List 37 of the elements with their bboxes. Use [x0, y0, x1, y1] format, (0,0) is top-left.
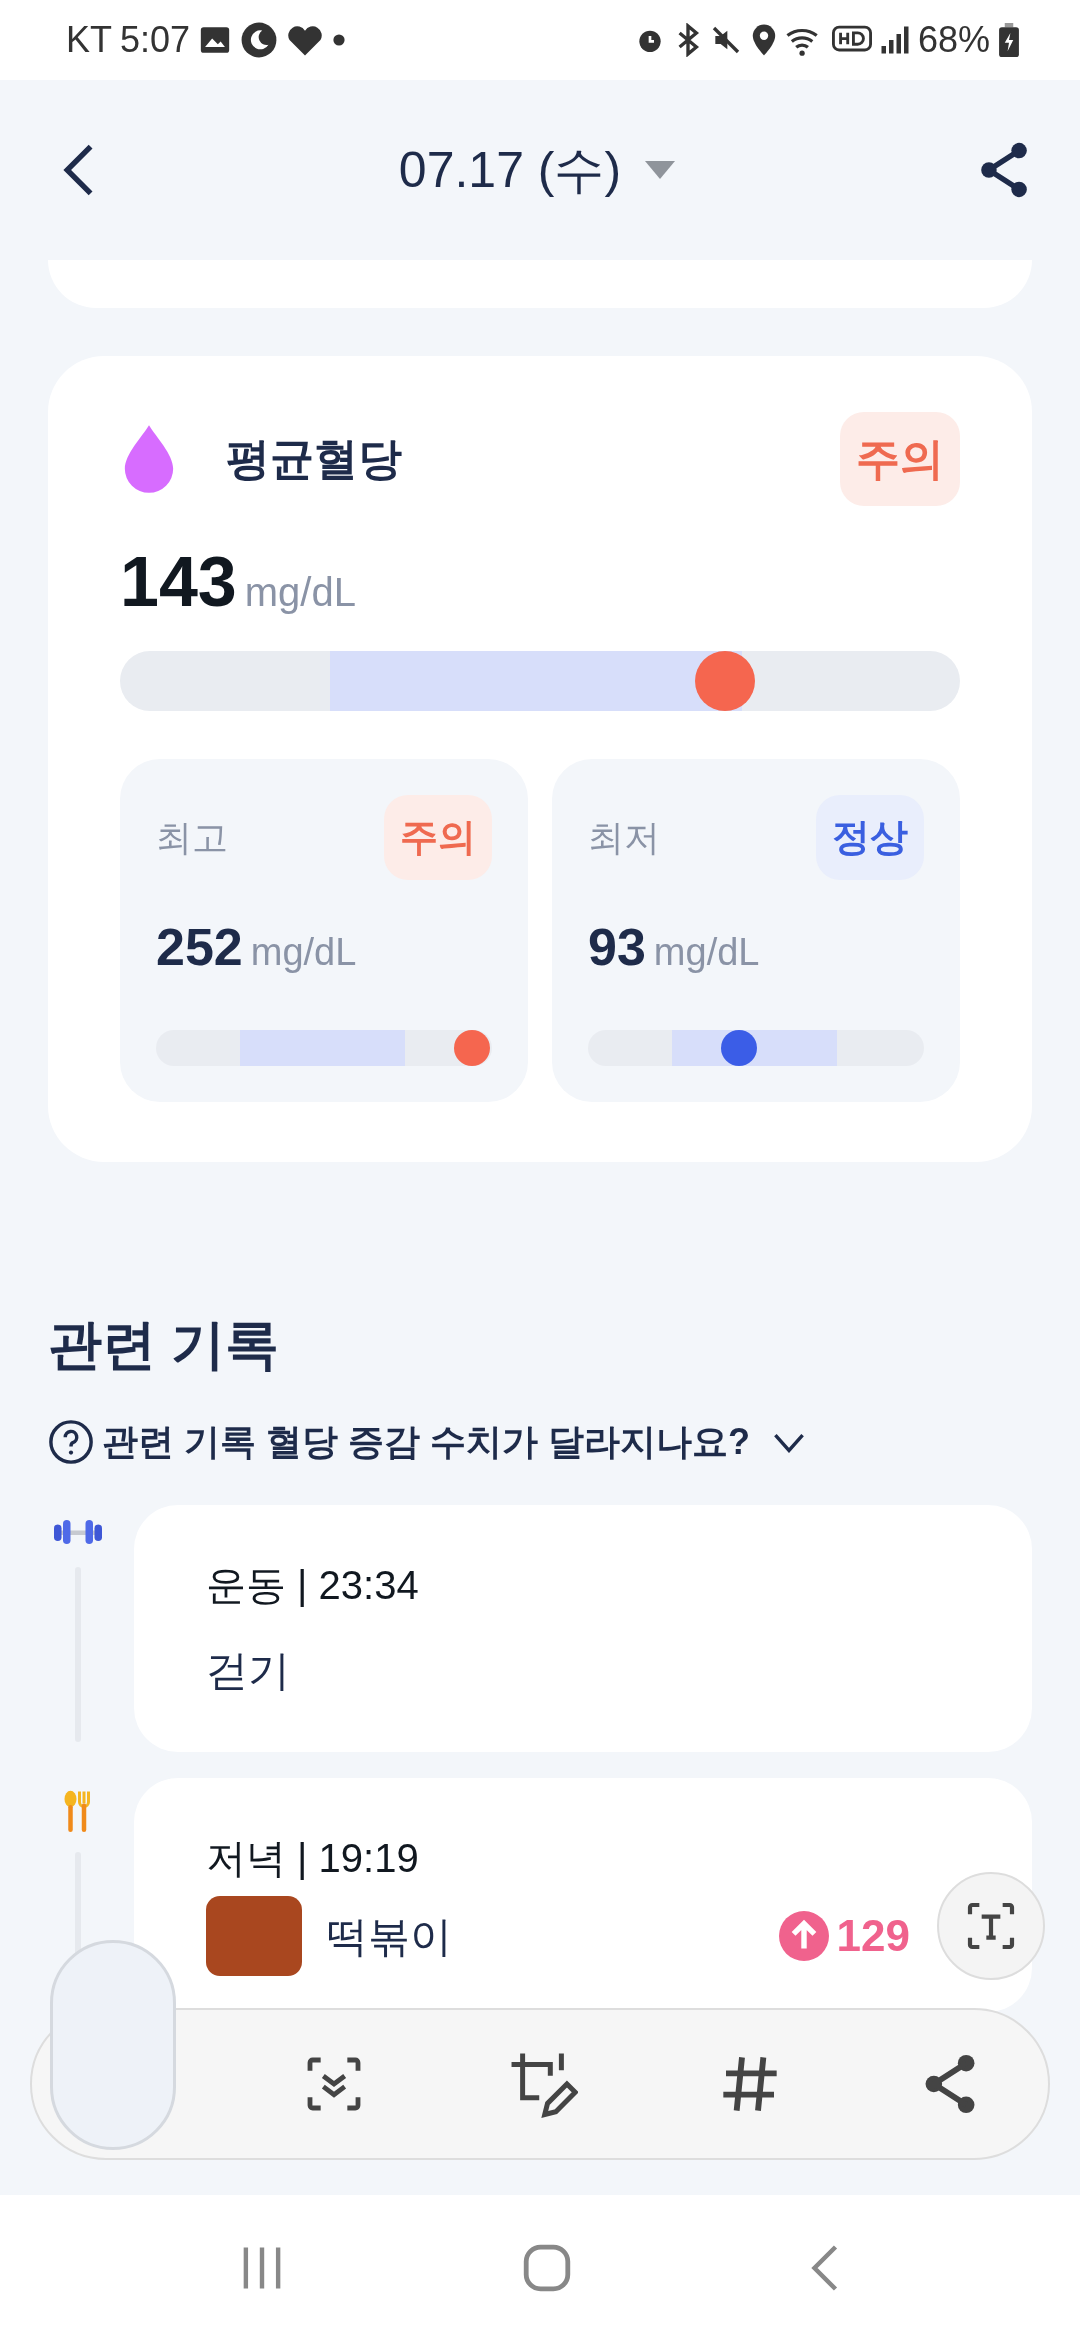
screenshot-thumbnail-placeholder[interactable] [50, 1940, 176, 2150]
stat-label: 최고 [156, 815, 228, 860]
help-question-toggle[interactable]: 관련 기록 혈당 증감 수치가 달라지나요? [48, 1415, 806, 1469]
glucose-value: 143 [120, 542, 237, 623]
unit-text: mg/dL [244, 569, 356, 616]
carrier-text: KT [66, 18, 112, 62]
share-button[interactable] [978, 142, 1030, 198]
card-title: 평균혈당 [226, 433, 402, 485]
dot-icon [332, 33, 347, 47]
home-icon [523, 2243, 571, 2292]
battery-percent-text: 68% [917, 18, 990, 62]
glucose-change: 129 [836, 1910, 910, 1962]
moon-icon [240, 21, 279, 59]
heart-icon [286, 23, 325, 57]
dumbbell-icon [51, 1517, 105, 1547]
help-icon [48, 1419, 94, 1465]
record-heading: 운동 | 23:34 [206, 1562, 420, 1609]
spoon-fork-icon [63, 1790, 93, 1832]
share-icon [978, 142, 1030, 198]
unit-text: mg/dL [653, 930, 760, 975]
record-detail: 걷기 [206, 1646, 291, 1696]
status-badge: 주의 [840, 412, 960, 506]
unit-text: mg/dL [250, 930, 357, 975]
stat-value: 252 [156, 917, 243, 978]
record-heading: 저녁 | 19:19 [206, 1835, 420, 1882]
status-badge: 주의 [384, 795, 492, 880]
section-title: 관련 기록 [48, 1313, 280, 1376]
food-name: 떡볶이 [326, 1911, 452, 1962]
stat-label: 최저 [588, 815, 660, 860]
date-selector[interactable]: 07.17 (수) [398, 132, 676, 208]
battery-icon [998, 23, 1020, 57]
status-badge: 정상 [816, 795, 924, 880]
home-button[interactable] [523, 2243, 571, 2292]
clock-text: 5:07 [120, 18, 191, 62]
dropdown-arrow-icon [645, 161, 676, 179]
signal-icon [879, 25, 910, 55]
stat-value: 93 [588, 917, 646, 978]
